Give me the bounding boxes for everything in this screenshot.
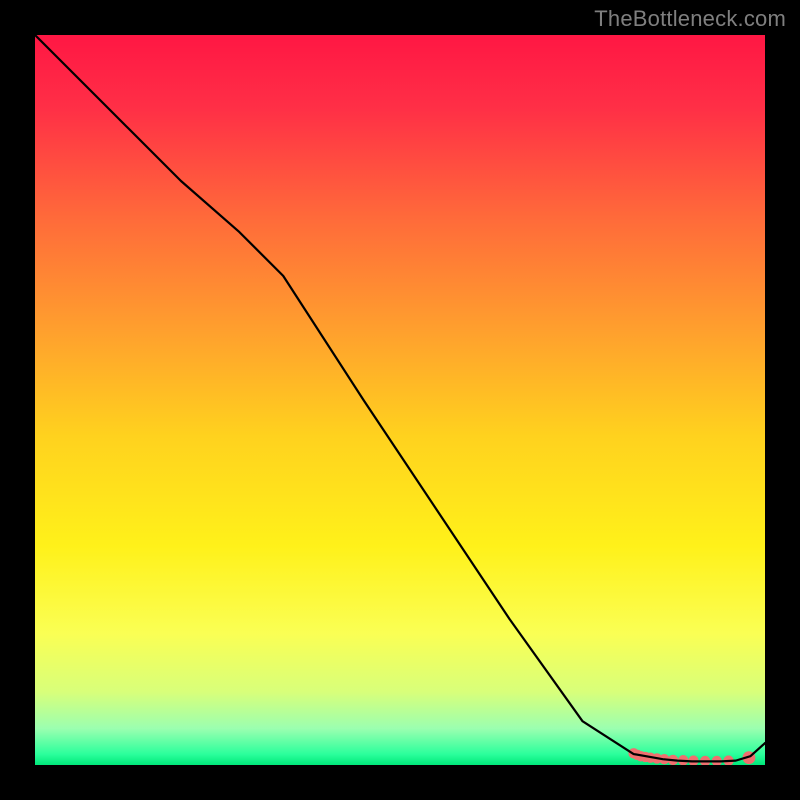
chart-frame: TheBottleneck.com — [0, 0, 800, 800]
chart-svg — [35, 35, 765, 765]
watermark-text: TheBottleneck.com — [594, 6, 786, 32]
plot-area — [35, 35, 765, 765]
